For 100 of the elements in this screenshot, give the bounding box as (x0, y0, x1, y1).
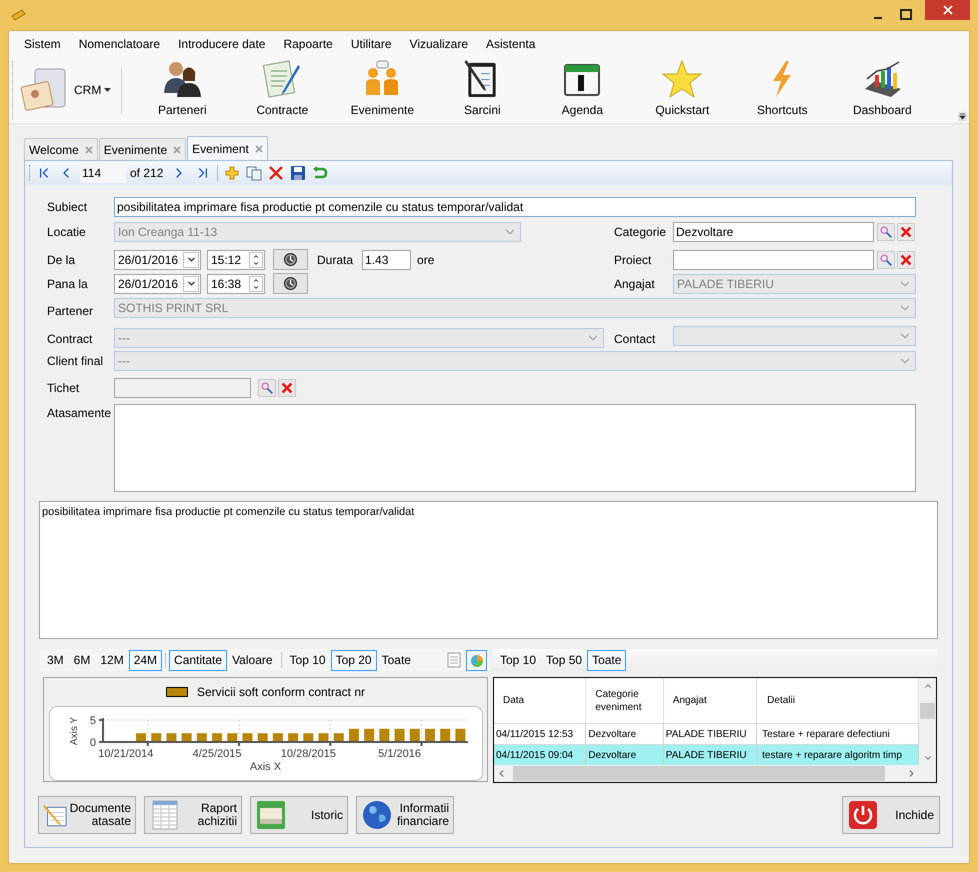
field-label: Atasamente (47, 405, 112, 422)
filter-button[interactable]: Top 10 (495, 650, 542, 670)
legend-swatch (166, 687, 188, 697)
toolbar-button[interactable]: Shortcuts (732, 58, 832, 122)
bar (348, 728, 359, 742)
filter-button[interactable]: Top 10 (284, 650, 331, 670)
dropdown-icon[interactable] (183, 252, 199, 268)
description-field[interactable]: posibilitatea imprimare fisa productie pt comenzile cu status temporar/validat (39, 501, 938, 639)
column-header[interactable]: Angajat (664, 678, 758, 723)
close-button[interactable] (925, 0, 970, 20)
action-button[interactable]: Documente atasate (38, 796, 136, 834)
close-form-button[interactable]: Inchide (842, 796, 940, 834)
toolbar-button[interactable]: Quickstart (632, 58, 732, 122)
search-icon[interactable] (258, 379, 276, 397)
date-picker[interactable]: 26/01/2016 (114, 250, 201, 270)
position-field[interactable]: 114 (80, 164, 126, 182)
menu-item[interactable]: Rapoarte (275, 35, 341, 53)
filter-button[interactable]: Top 50 (541, 650, 588, 670)
field-label: Tichet (47, 380, 80, 397)
table-cell: Dezvoltare (586, 724, 664, 744)
clear-icon[interactable] (278, 379, 296, 397)
clock-button[interactable] (273, 273, 308, 294)
attachments-box[interactable] (114, 404, 916, 492)
tick-label: 5 (90, 715, 96, 727)
time-field[interactable]: 15:12 (207, 250, 265, 270)
action-button[interactable]: Raport achizitii (144, 796, 242, 834)
clock-icon (283, 276, 298, 291)
close-icon[interactable] (84, 146, 93, 154)
date-picker[interactable]: 26/01/2016 (114, 274, 201, 294)
plus-icon[interactable] (224, 165, 240, 181)
bar (410, 728, 420, 742)
search-icon[interactable] (877, 250, 895, 268)
toolbar-button[interactable]: Contracte (232, 58, 332, 122)
menu-item[interactable]: Sistem (16, 35, 69, 53)
field-label: Pana la (47, 276, 89, 292)
bar (440, 728, 450, 742)
filter-button[interactable]: Toate (376, 650, 416, 670)
filter-button[interactable]: Toate (587, 650, 626, 670)
overflow-icon[interactable] (958, 112, 967, 121)
close-icon[interactable] (254, 144, 263, 152)
menu-item[interactable]: Asistenta (478, 35, 544, 53)
grid-row[interactable]: 04/11/2015 12:53 Dezvoltare PALADE TIBERIU Testare + reparare defectiuni (494, 724, 919, 745)
filter-button[interactable]: 12M (95, 650, 129, 670)
clear-icon[interactable] (897, 250, 915, 268)
horizontal-scrollbar[interactable] (494, 765, 936, 782)
search-icon[interactable] (877, 223, 895, 241)
filter-button[interactable]: 3M (42, 650, 69, 670)
action-button[interactable]: Informatii financiare (356, 796, 454, 834)
ticket-field[interactable] (114, 378, 251, 398)
bar (364, 728, 374, 742)
scroll-thumb[interactable] (513, 766, 885, 781)
grid-row[interactable]: 04/11/2015 09:04 Dezvoltare PALADE TIBERIU testare + reparare algoritm timp (494, 745, 919, 765)
spinner-icon[interactable] (249, 276, 263, 292)
toolbar-button[interactable]: Evenimente (332, 58, 432, 122)
category-field[interactable]: Dezvoltare (673, 222, 874, 242)
field-label: Contact (614, 331, 656, 348)
tab[interactable]: Welcome (24, 138, 98, 160)
clock-icon (283, 252, 298, 267)
column-header[interactable]: Categorie eveniment (586, 678, 664, 723)
filter-button[interactable]: 6M (68, 650, 96, 670)
tick-label: 10/21/2014 (98, 748, 154, 760)
tab[interactable]: Evenimente (98, 138, 186, 160)
menu-item[interactable]: Introducere date (170, 35, 274, 53)
menu-item[interactable]: Nomenclatoare (70, 35, 168, 53)
clock-button[interactable] (273, 249, 308, 270)
vertical-scrollbar[interactable] (919, 678, 936, 765)
undo-icon[interactable] (312, 165, 328, 181)
column-header[interactable]: Data (494, 678, 586, 723)
filter-button[interactable]: 24M (128, 650, 162, 670)
copy-icon[interactable] (246, 165, 262, 181)
pie-chart-icon (468, 652, 484, 668)
scroll-thumb[interactable] (920, 703, 935, 719)
action-button[interactable]: Istoric (250, 796, 348, 834)
close-icon[interactable] (173, 146, 182, 154)
filter-button[interactable]: Top 20 (330, 650, 377, 670)
filter-button[interactable]: Cantitate (169, 650, 228, 670)
toolbar-button[interactable]: Parteneri (132, 58, 232, 122)
subject-field[interactable]: posibilitatea imprimare fisa productie pt comenzile cu status temporar/validat (114, 197, 916, 217)
duration-field[interactable]: 1.43 (362, 250, 412, 270)
project-field[interactable] (673, 250, 874, 270)
module-dropdown[interactable]: CRM (19, 60, 118, 120)
dropdown-icon[interactable] (183, 276, 199, 292)
field-label: Categorie (614, 224, 668, 241)
spinner-icon[interactable] (249, 252, 263, 268)
clear-icon[interactable] (897, 223, 915, 241)
toolbar-button[interactable]: Dashboard (832, 58, 932, 122)
delete-icon[interactable] (268, 165, 284, 181)
menu-item[interactable]: Utilitare (342, 35, 400, 53)
power-icon (848, 800, 878, 830)
toolbar-button[interactable]: Sarcini (432, 58, 532, 122)
view-button[interactable] (466, 650, 487, 670)
tick-label: 4/25/2015 (192, 748, 242, 760)
time-field[interactable]: 16:38 (207, 274, 265, 294)
tab[interactable]: Eveniment (187, 136, 268, 160)
filter-button[interactable]: Valoare (227, 650, 278, 670)
menu-item[interactable]: Vizualizare (402, 35, 476, 53)
field-label: De la (47, 252, 76, 268)
toolbar-button[interactable]: Agenda (532, 58, 632, 122)
save-icon[interactable] (290, 165, 306, 181)
table-cell: 04/11/2015 12:53 (494, 724, 586, 744)
